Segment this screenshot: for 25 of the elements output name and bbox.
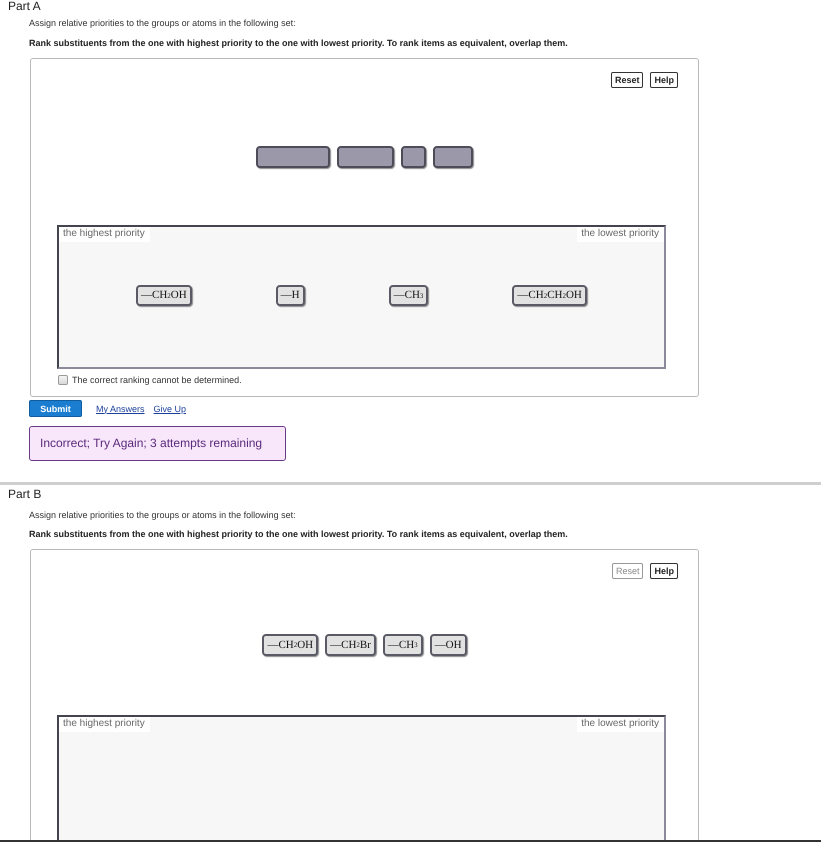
highest-priority-label: the highest priority [59,717,150,732]
reset-button[interactable]: Reset [610,72,644,88]
lowest-priority-label: the lowest priority [577,717,664,732]
part-title: Part A [8,0,41,12]
formula-tile[interactable]: —OH [430,634,467,656]
empty-slot [337,146,394,168]
text-link[interactable]: My Answers [96,402,145,414]
empty-slot [401,146,426,168]
formula-tile[interactable]: —H [276,285,305,306]
help-button[interactable]: Help [650,72,678,88]
prompt-text: Assign relative priorities to the groups or atoms in the following set: [29,17,296,29]
checkbox-label: The correct ranking cannot be determined. [72,374,242,386]
feedback-message: Incorrect; Try Again; 3 attempts remaining [29,426,286,461]
ranking-drop-area[interactable]: the highest priority the lowest priority [57,715,666,840]
instruction-text: Rank substituents from the one with highest priority to the one with lowest priority. To rank items as equivalent, overlap them. [29,528,568,540]
empty-slot [433,146,473,168]
highest-priority-label: the highest priority [59,227,150,242]
help-button[interactable]: Help [650,563,678,579]
submit-button[interactable]: Submit [29,400,82,417]
lowest-priority-label: the lowest priority [577,227,664,242]
prompt-text: Assign relative priorities to the groups or atoms in the following set: [29,509,296,521]
part-title: Part B [8,488,42,500]
checkbox[interactable] [58,375,68,385]
instruction-text: Rank substituents from the one with highest priority to the one with lowest priority. To rank items as equivalent, overlap them. [29,37,568,49]
text-link[interactable]: Give Up [154,402,186,414]
